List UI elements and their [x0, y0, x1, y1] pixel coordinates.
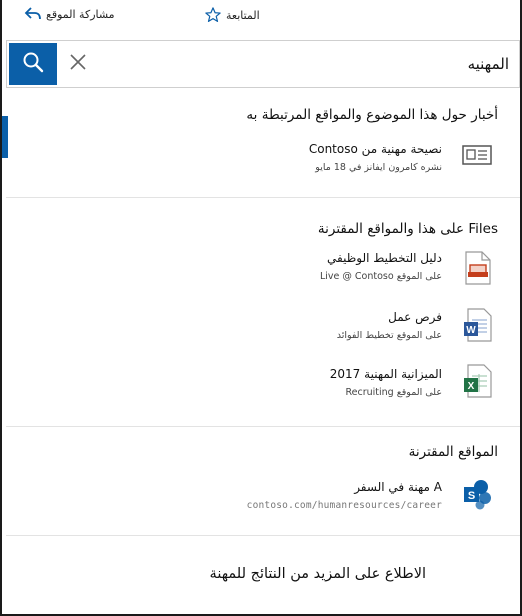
sharepoint-site-icon: S — [460, 475, 494, 513]
excel-file-icon: X — [460, 362, 494, 400]
section-divider — [6, 535, 520, 536]
file-item-title: الميزانية المهنية 2017 — [329, 367, 442, 381]
search-icon — [21, 50, 45, 78]
file-item-title: دليل التخطيط الوظيفي — [327, 251, 442, 265]
follow-label: المتابعة — [226, 8, 260, 22]
section-divider — [6, 197, 520, 198]
file-item-title: فرص عمل — [388, 310, 442, 324]
news-item-subtitle: نشره كامرون ايفانز في 18 مايو — [315, 162, 442, 173]
search-panel: مشاركة الموقع المتابعة المهنيه أخبار حول… — [0, 0, 522, 616]
star-icon — [204, 6, 222, 24]
see-more-results-link[interactable]: الاطلاع على المزيد من النتائج للمهنة — [210, 566, 426, 582]
clear-search-button[interactable] — [67, 53, 89, 75]
news-icon — [460, 136, 494, 174]
files-section-title: Files على هذا والمواقع المقترنة — [317, 221, 498, 237]
section-divider — [6, 426, 520, 427]
search-input[interactable] — [209, 51, 509, 77]
follow-button[interactable]: المتابعة — [204, 6, 260, 24]
file-item-subtitle: على الموقع Recruiting — [345, 387, 442, 398]
powerpoint-file-icon — [460, 249, 494, 287]
share-site-button[interactable]: مشاركة الموقع — [24, 6, 115, 22]
search-button[interactable] — [9, 43, 57, 85]
top-bar: مشاركة الموقع المتابعة — [2, 0, 520, 34]
file-item-subtitle: على الموقع Live @ Contoso — [319, 271, 442, 282]
close-icon — [69, 53, 87, 75]
news-section-title: أخبار حول هذا الموضوع والمواقع المرتبطة … — [246, 107, 498, 123]
news-item-title: نصيحة مهنية من Contoso — [308, 142, 442, 156]
sites-section-title: المواقع المقترنة — [408, 444, 498, 460]
search-bar — [6, 40, 520, 88]
svg-text:X: X — [468, 381, 475, 392]
svg-text:W: W — [466, 325, 476, 336]
word-file-icon: W — [460, 306, 494, 344]
site-item-title: A مهنة في السفر — [354, 480, 442, 494]
svg-text:S: S — [468, 490, 475, 502]
site-item-url: contoso.com/humanresources/career — [246, 500, 442, 511]
file-item-subtitle: على الموقع تخطيط الفوائد — [336, 330, 442, 341]
selection-indicator — [2, 116, 8, 158]
share-site-label: مشاركة الموقع — [46, 7, 115, 21]
share-icon — [24, 6, 42, 22]
